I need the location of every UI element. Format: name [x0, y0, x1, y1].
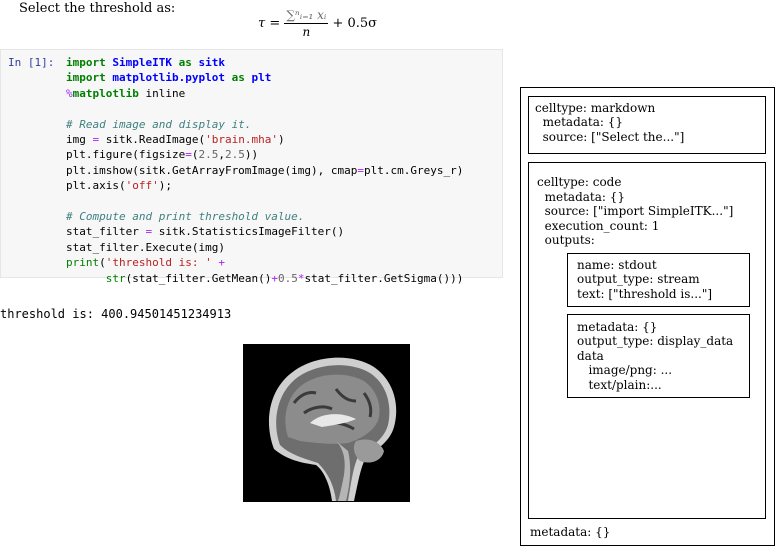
- markdown-intro-text: Select the threshold as:: [19, 1, 176, 16]
- display-output-line: metadata: {}: [577, 320, 658, 334]
- display-data-output-box: metadata: {} output_type: display_data d…: [567, 314, 750, 398]
- code-line: import SimpleITK as sitk: [66, 56, 225, 69]
- stream-output-line: text: ["threshold is..."]: [577, 287, 713, 301]
- stream-output-line: name: stdout: [577, 258, 657, 272]
- code-line: print('threshold is: ' +: [66, 256, 225, 270]
- display-output-line: text/plain:...: [577, 378, 662, 392]
- display-output-line: output_type: display_data: [577, 334, 734, 348]
- code-line: plt.axis('off');: [66, 179, 172, 193]
- formula-fraction: ∑ⁿᵢ₌₁ xᵢ n: [284, 8, 329, 39]
- code-line: str(stat_filter.GetMean()+0.5*stat_filte…: [105, 271, 464, 285]
- code-line: import matplotlib.pyplot as plt: [66, 71, 272, 85]
- code-cell-line: source: ["import SimpleITK..."]: [537, 204, 734, 218]
- display-output-line: data: [577, 349, 604, 363]
- code-line: stat_filter = sitk.StatisticsImageFilter…: [66, 225, 345, 239]
- notebook-metadata: metadata: {}: [530, 525, 611, 539]
- code-line: plt.figure(figsize=(2.5,2.5)): [66, 148, 259, 162]
- stream-output-box: name: stdout output_type: stream text: […: [567, 253, 750, 307]
- code-line: stat_filter.Execute(img): [66, 240, 225, 254]
- formula-numerator: ∑ⁿᵢ₌₁ xᵢ: [284, 8, 329, 24]
- markdown-cell-line: celltype: markdown: [535, 101, 656, 115]
- brain-mri-image: [243, 344, 410, 502]
- code-line: %matplotlib inline: [66, 86, 186, 100]
- markdown-cell-box: celltype: markdown metadata: {} source: …: [528, 96, 766, 154]
- code-cell-line: outputs:: [537, 233, 595, 247]
- threshold-formula: τ = ∑ⁿᵢ₌₁ xᵢ n + 0.5σ: [258, 8, 377, 39]
- code-line: plt.imshow(sitk.GetArrayFromImage(img), …: [66, 163, 464, 177]
- markdown-cell-line: metadata: {}: [535, 115, 624, 129]
- code-line: # Read image and display it.: [66, 117, 252, 131]
- markdown-cell-line: source: ["Select the..."]: [535, 130, 685, 144]
- formula-rhs: + 0.5σ: [332, 16, 378, 31]
- code-line: # Compute and print threshold value.: [66, 210, 305, 224]
- formula-denominator: n: [302, 25, 311, 39]
- code-cell-line: celltype: code: [537, 175, 622, 189]
- display-output-line: image/png: ...: [577, 363, 673, 377]
- stream-output-line: output_type: stream: [577, 272, 700, 286]
- cell-prompt: In [1]:: [8, 56, 55, 69]
- code-editor[interactable]: import SimpleITK as sitk import matplotl…: [66, 55, 463, 286]
- code-cell-line: metadata: {}: [537, 190, 626, 204]
- code-cell-line: execution_count: 1: [537, 219, 660, 233]
- code-line: img = sitk.ReadImage('brain.mha'): [66, 133, 285, 147]
- formula-lhs: τ =: [258, 16, 281, 31]
- cell-stream-output: threshold is: 400.94501451234913: [0, 307, 232, 321]
